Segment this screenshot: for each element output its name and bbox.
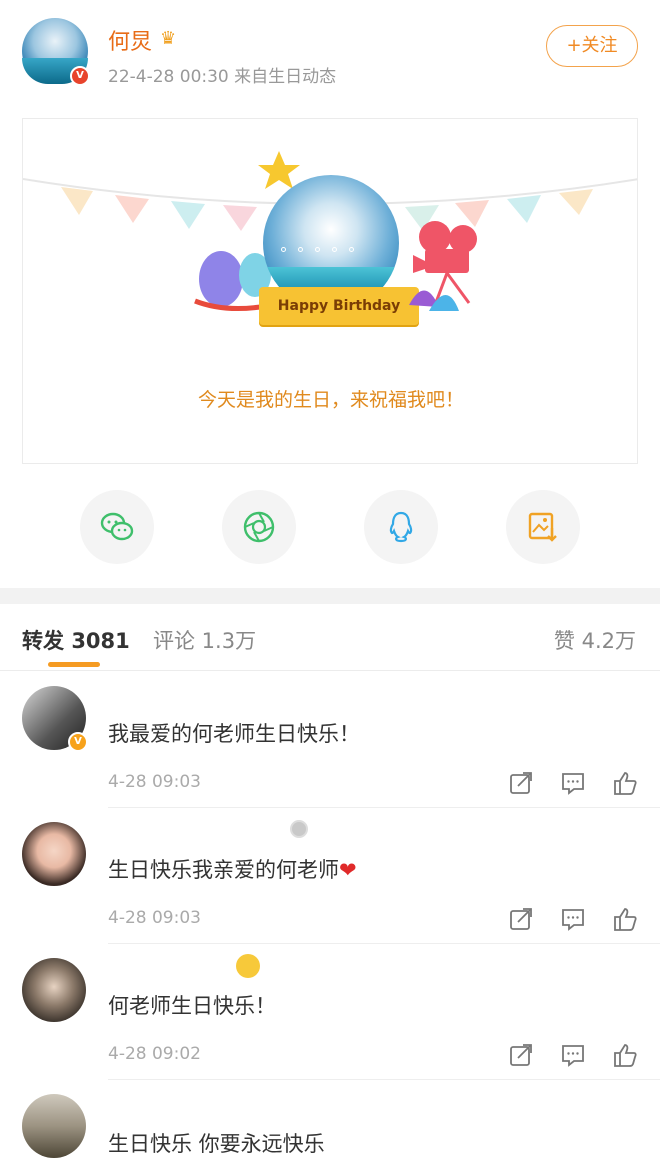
commenter-avatar[interactable]	[22, 958, 86, 1022]
comment-item: 生日快乐我亲爱的何老师❤ 4-28 09:03	[0, 808, 660, 944]
comment-icon[interactable]	[560, 1042, 586, 1068]
comment-time: 4-28 09:03	[108, 908, 201, 928]
author-avatar[interactable]: V	[22, 18, 90, 86]
commenter-avatar[interactable]	[22, 1094, 86, 1158]
repost-icon[interactable]	[508, 906, 534, 932]
like-icon[interactable]	[612, 1042, 638, 1068]
comment-text: 我最爱的何老师生日快乐！	[108, 722, 360, 746]
tab-comment[interactable]: 评论 1.3万	[153, 625, 256, 655]
comment-icon[interactable]	[560, 770, 586, 796]
tab-repost-count: 3081	[71, 629, 130, 653]
like-icon[interactable]	[612, 906, 638, 932]
comment-item: 生日快乐 你要永远快乐	[0, 1080, 660, 1171]
comment-icon[interactable]	[560, 906, 586, 932]
commenter-avatar[interactable]	[22, 822, 86, 886]
tab-active-indicator	[48, 662, 100, 667]
card-caption: 今天是我的生日，来祝福我吧！	[197, 389, 464, 411]
tab-repost-label: 转发	[22, 629, 64, 653]
follow-button[interactable]: +关注	[546, 25, 638, 67]
verified-badge-icon: V	[68, 732, 88, 752]
section-separator	[0, 588, 660, 604]
emoji-icon	[236, 954, 260, 978]
share-moments-button[interactable]	[222, 490, 296, 564]
post-meta: 22-4-28 00:30 来自生日动态	[108, 67, 337, 87]
comment-text: 生日快乐我亲爱的何老师❤	[108, 854, 357, 884]
share-qq-button[interactable]	[364, 490, 438, 564]
qq-icon	[389, 511, 413, 543]
comment-item: 何老师生日快乐！ 4-28 09:02	[0, 944, 660, 1080]
comment-text: 生日快乐 你要永远快乐	[108, 1132, 325, 1156]
save-image-button[interactable]	[506, 490, 580, 564]
tab-repost[interactable]: 转发 3081	[22, 625, 130, 655]
film-camera-decoration	[409, 221, 477, 311]
repost-icon[interactable]	[508, 770, 534, 796]
photo-dots	[281, 237, 381, 252]
wechat-icon	[100, 512, 134, 541]
post-header: V 何炅 ♛ 22-4-28 00:30 来自生日动态 +关注	[0, 0, 660, 110]
comment-time: 4-28 09:02	[108, 1044, 201, 1064]
heart-icon: ❤	[339, 858, 357, 882]
tab-like[interactable]: 赞 4.2万	[554, 625, 636, 655]
medal-icon	[290, 820, 308, 838]
comment-time: 4-28 09:03	[108, 772, 201, 792]
moments-icon	[243, 511, 275, 543]
repost-icon[interactable]	[508, 1042, 534, 1068]
author-name[interactable]: 何炅	[108, 24, 152, 56]
save-image-icon	[528, 512, 557, 542]
comment-text-body: 生日快乐我亲爱的何老师	[108, 858, 339, 882]
like-icon[interactable]	[612, 770, 638, 796]
share-wechat-button[interactable]	[80, 490, 154, 564]
tab-divider	[0, 670, 660, 671]
verified-badge-icon: V	[70, 66, 90, 86]
comment-text: 何老师生日快乐！	[108, 994, 276, 1018]
comment-item: V 我最爱的何老师生日快乐！ 4-28 09:03	[0, 672, 660, 808]
birthday-card[interactable]: Happy Birthday 今天是我的生日，来祝福我吧！	[22, 118, 638, 464]
share-row	[0, 490, 660, 564]
crown-icon: ♛	[160, 28, 177, 49]
